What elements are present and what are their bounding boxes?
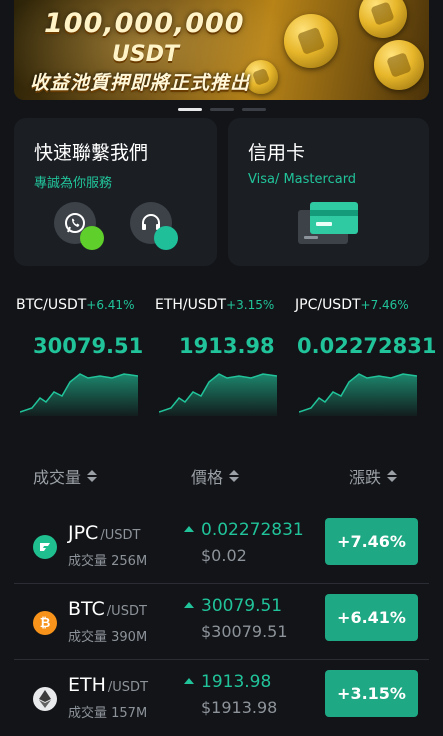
contact-subtitle: 專誠為你服務	[34, 176, 113, 191]
fiat-price: $0.02	[201, 546, 247, 565]
credit-card-icon	[298, 202, 358, 244]
gold-coin-icon	[374, 40, 424, 90]
volume-value: 成交量 256M	[68, 554, 148, 569]
sort-icon	[87, 470, 98, 482]
ticker-change: +3.15%	[226, 298, 275, 312]
up-arrow-icon	[184, 602, 194, 608]
promo-banner[interactable]: 100,000,000 USDT 收益池質押即將正式推出	[14, 0, 429, 100]
volume-header: 成交量	[33, 468, 82, 487]
banner-caption: 收益池質押即將正式推出	[30, 72, 251, 94]
ticker-pair-line: JPC/USDT+7.46%	[295, 294, 440, 313]
volume-value: 成交量 390M	[68, 630, 148, 645]
ticker-price: 30079.51	[33, 334, 144, 358]
last-price: 30079.51	[201, 596, 283, 616]
change-button[interactable]: +7.46%	[325, 518, 418, 565]
sparkline-chart	[299, 373, 417, 416]
ticker-change: +6.41%	[86, 298, 135, 312]
gold-coin-icon	[359, 0, 407, 38]
table-row[interactable]: JPC/USDT 成交量 256M 0.02272831 $0.02 +7.46…	[14, 508, 429, 584]
up-arrow-icon	[184, 526, 194, 532]
sort-icon	[387, 470, 398, 482]
ticker-btc[interactable]: BTC/USDT+6.41% 30079.51	[16, 294, 161, 416]
whatsapp-icon[interactable]	[54, 202, 104, 250]
credit-subtitle: Visa/ Mastercard	[248, 172, 357, 187]
last-price: 0.02272831	[201, 520, 304, 540]
sparkline-chart	[20, 373, 138, 416]
ticker-eth[interactable]: ETH/USDT+3.15% 1913.98	[155, 294, 300, 416]
sort-icon	[229, 470, 240, 482]
headset-icon[interactable]	[130, 202, 178, 250]
change-header: 漲跌	[349, 468, 382, 487]
gold-coin-icon	[284, 14, 338, 68]
credit-card-card[interactable]: 信用卡 Visa/ Mastercard	[228, 118, 429, 266]
pair-symbol: BTC/USDT	[68, 598, 147, 620]
price-header: 價格	[191, 468, 224, 487]
sort-by-price[interactable]: 價格	[191, 464, 240, 488]
up-arrow-icon	[184, 678, 194, 684]
ticker-jpc[interactable]: JPC/USDT+7.46% 0.02272831	[295, 294, 440, 416]
pair-symbol: ETH/USDT	[68, 674, 149, 696]
pair-symbol: JPC/USDT	[68, 522, 141, 544]
change-button[interactable]: +3.15%	[325, 670, 418, 717]
contact-title: 快速聯繫我們	[34, 142, 149, 164]
sparkline-chart	[159, 373, 277, 416]
ticker-pair: JPC/USDT	[295, 297, 361, 313]
volume-value: 成交量 157M	[68, 706, 148, 721]
ticker-price: 0.02272831	[297, 334, 437, 358]
carousel-dot[interactable]	[210, 108, 234, 111]
sort-by-change[interactable]: 漲跌	[349, 464, 398, 488]
carousel-indicator[interactable]	[178, 108, 266, 111]
ticker-pair-line: BTC/USDT+6.41%	[16, 294, 161, 313]
fiat-price: $1913.98	[201, 698, 278, 717]
contact-card[interactable]: 快速聯繫我們 專誠為你服務	[14, 118, 217, 266]
credit-title: 信用卡	[248, 142, 306, 164]
change-button[interactable]: +6.41%	[325, 594, 418, 641]
bitcoin-icon: ₿	[33, 611, 57, 635]
carousel-dot[interactable]	[242, 108, 266, 111]
table-row[interactable]: ₿ BTC/USDT 成交量 390M 30079.51 $30079.51 +…	[14, 584, 429, 660]
ticker-pair: ETH/USDT	[155, 297, 227, 313]
carousel-dot[interactable]	[178, 108, 202, 111]
whatsapp-badge	[80, 226, 104, 250]
jpc-coin-icon	[33, 535, 57, 559]
ticker-pair-line: ETH/USDT+3.15%	[155, 294, 300, 313]
ticker-price: 1913.98	[179, 334, 275, 358]
last-price: 1913.98	[201, 672, 272, 692]
ticker-pair: BTC/USDT	[16, 297, 87, 313]
fiat-price: $30079.51	[201, 622, 288, 641]
headset-badge	[154, 226, 178, 250]
ethereum-icon	[33, 687, 57, 711]
banner-title: 100,000,000	[44, 8, 245, 39]
sort-by-volume[interactable]: 成交量	[33, 464, 98, 488]
table-row[interactable]: ETH/USDT 成交量 157M 1913.98 $1913.98 +3.15…	[14, 660, 429, 736]
ticker-change: +7.46%	[360, 298, 409, 312]
banner-subtitle: USDT	[112, 42, 179, 67]
